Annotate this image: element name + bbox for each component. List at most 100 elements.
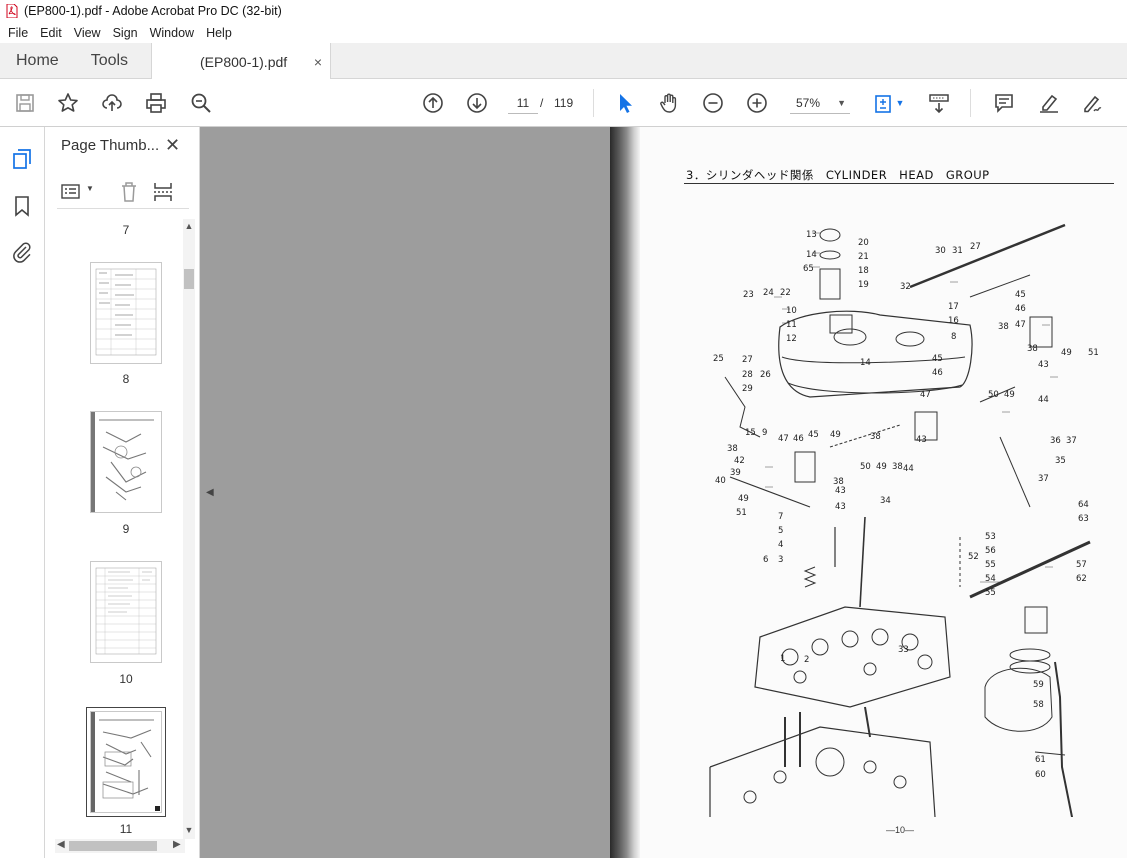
scroll-up-icon[interactable]: ▲ (183, 221, 195, 231)
menu-view[interactable]: View (68, 26, 107, 40)
prev-page-icon[interactable] (421, 91, 445, 115)
page-number-input[interactable]: 11 (508, 92, 538, 114)
collapse-panel-icon[interactable]: ◀ (206, 487, 214, 498)
svg-text:37: 37 (1066, 436, 1077, 446)
scrollbar-thumb[interactable] (184, 269, 194, 289)
scroll-right-icon[interactable]: ▶ (173, 839, 181, 850)
zoom-value: 57% (796, 96, 821, 110)
bookmarks-icon[interactable] (11, 195, 35, 219)
svg-text:44: 44 (903, 464, 914, 474)
svg-text:49: 49 (876, 462, 887, 472)
thumbnail-label: 10 (119, 672, 133, 686)
svg-text:49: 49 (738, 494, 749, 504)
svg-text:55: 55 (985, 588, 996, 598)
svg-text:31: 31 (952, 246, 963, 256)
svg-text:42: 42 (734, 456, 745, 466)
svg-text:44: 44 (1038, 395, 1049, 405)
panel-toolbar: ▼ (57, 179, 189, 209)
fit-page-icon[interactable] (871, 91, 895, 115)
svg-text:3: 3 (778, 555, 783, 565)
svg-text:7: 7 (778, 512, 783, 522)
svg-text:49: 49 (1061, 348, 1072, 358)
svg-text:19: 19 (858, 280, 869, 290)
svg-text:61: 61 (1035, 755, 1046, 765)
document-tab-label: (EP800-1).pdf (200, 53, 288, 70)
upload-icon[interactable] (100, 91, 124, 115)
thumbnail-page-10[interactable] (90, 561, 162, 663)
page-thumbnails-icon[interactable] (11, 148, 35, 172)
svg-text:40: 40 (715, 476, 726, 486)
thumbnail-page-9[interactable] (90, 411, 162, 513)
menu-help[interactable]: Help (200, 26, 238, 40)
bookmark-star-icon[interactable] (56, 91, 80, 115)
tab-home[interactable]: Home (0, 43, 75, 79)
panel-title: Page Thumb... (61, 137, 160, 154)
close-panel-icon[interactable]: ✕ (165, 135, 180, 156)
svg-text:38: 38 (998, 322, 1009, 332)
scan-shadow (610, 127, 640, 858)
search-zoom-icon[interactable] (189, 91, 213, 115)
svg-text:15: 15 (745, 428, 756, 438)
thumbnail-page-8[interactable] (90, 262, 162, 364)
svg-text:26: 26 (760, 370, 771, 380)
svg-text:16: 16 (948, 316, 959, 326)
zoom-out-icon[interactable] (701, 91, 725, 115)
svg-text:38: 38 (1027, 344, 1038, 354)
svg-text:63: 63 (1078, 514, 1089, 524)
svg-text:47: 47 (1015, 320, 1026, 330)
document-viewport[interactable]: ◀ 3．シリンダヘッド関係 CYLINDER HEAD GROUP 13 14 … (200, 127, 1127, 858)
svg-text:65: 65 (803, 264, 814, 274)
svg-text:28: 28 (742, 370, 753, 380)
fit-page-dropdown-icon[interactable]: ▼ (895, 91, 905, 115)
attachments-icon[interactable] (11, 241, 35, 265)
thumbnail-page-11[interactable] (86, 707, 166, 817)
delete-page-icon[interactable] (119, 181, 139, 203)
print-icon[interactable] (144, 91, 168, 115)
hand-icon[interactable] (657, 91, 681, 115)
menu-edit[interactable]: Edit (34, 26, 68, 40)
svg-text:30: 30 (935, 246, 946, 256)
close-tab-icon[interactable]: × (314, 54, 322, 70)
thumbnail-horizontal-scrollbar[interactable]: ◀ ▶ (55, 839, 185, 853)
thumbnail-vertical-scrollbar[interactable]: ▲ ▼ (183, 219, 195, 839)
svg-text:43: 43 (1038, 360, 1049, 370)
svg-text:46: 46 (932, 368, 943, 378)
svg-text:22: 22 (780, 288, 791, 298)
menu-file[interactable]: File (2, 26, 34, 40)
navigation-rail (0, 127, 45, 858)
svg-text:52: 52 (968, 552, 979, 562)
tab-document[interactable]: (EP800-1).pdf × (151, 43, 331, 80)
svg-text:62: 62 (1076, 574, 1087, 584)
tab-tools[interactable]: Tools (75, 43, 144, 79)
highlight-icon[interactable] (1037, 91, 1061, 115)
zoom-in-icon[interactable] (745, 91, 769, 115)
svg-text:64: 64 (1078, 500, 1089, 510)
svg-text:57: 57 (1076, 560, 1087, 570)
svg-text:58: 58 (1033, 700, 1044, 710)
scroll-left-icon[interactable]: ◀ (57, 839, 65, 850)
menu-sign[interactable]: Sign (107, 26, 144, 40)
svg-text:38: 38 (870, 432, 881, 442)
svg-text:43: 43 (835, 502, 846, 512)
comment-icon[interactable] (992, 91, 1016, 115)
next-page-icon[interactable] (465, 91, 489, 115)
select-cursor-icon[interactable] (613, 91, 637, 115)
svg-text:60: 60 (1035, 770, 1046, 780)
scrollbar-thumb[interactable] (69, 841, 157, 851)
zoom-level-select[interactable]: 57% ▼ (790, 92, 850, 114)
scroll-down-icon[interactable]: ▼ (183, 825, 195, 835)
svg-text:23: 23 (743, 290, 754, 300)
sign-icon[interactable] (1080, 91, 1104, 115)
menu-window[interactable]: Window (144, 26, 200, 40)
thumbnail-options-icon[interactable] (61, 182, 83, 202)
save-icon[interactable] (13, 91, 37, 115)
svg-text:4: 4 (778, 540, 783, 550)
svg-text:59: 59 (1033, 680, 1044, 690)
tab-bar: Home Tools (EP800-1).pdf × (0, 43, 1127, 80)
extract-pages-icon[interactable] (152, 181, 174, 203)
options-caret-icon[interactable]: ▼ (86, 184, 94, 193)
svg-text:10: 10 (786, 306, 797, 316)
scroll-mode-icon[interactable] (927, 91, 951, 115)
svg-text:8: 8 (951, 332, 956, 342)
page-heading: 3．シリンダヘッド関係 CYLINDER HEAD GROUP (686, 168, 990, 182)
